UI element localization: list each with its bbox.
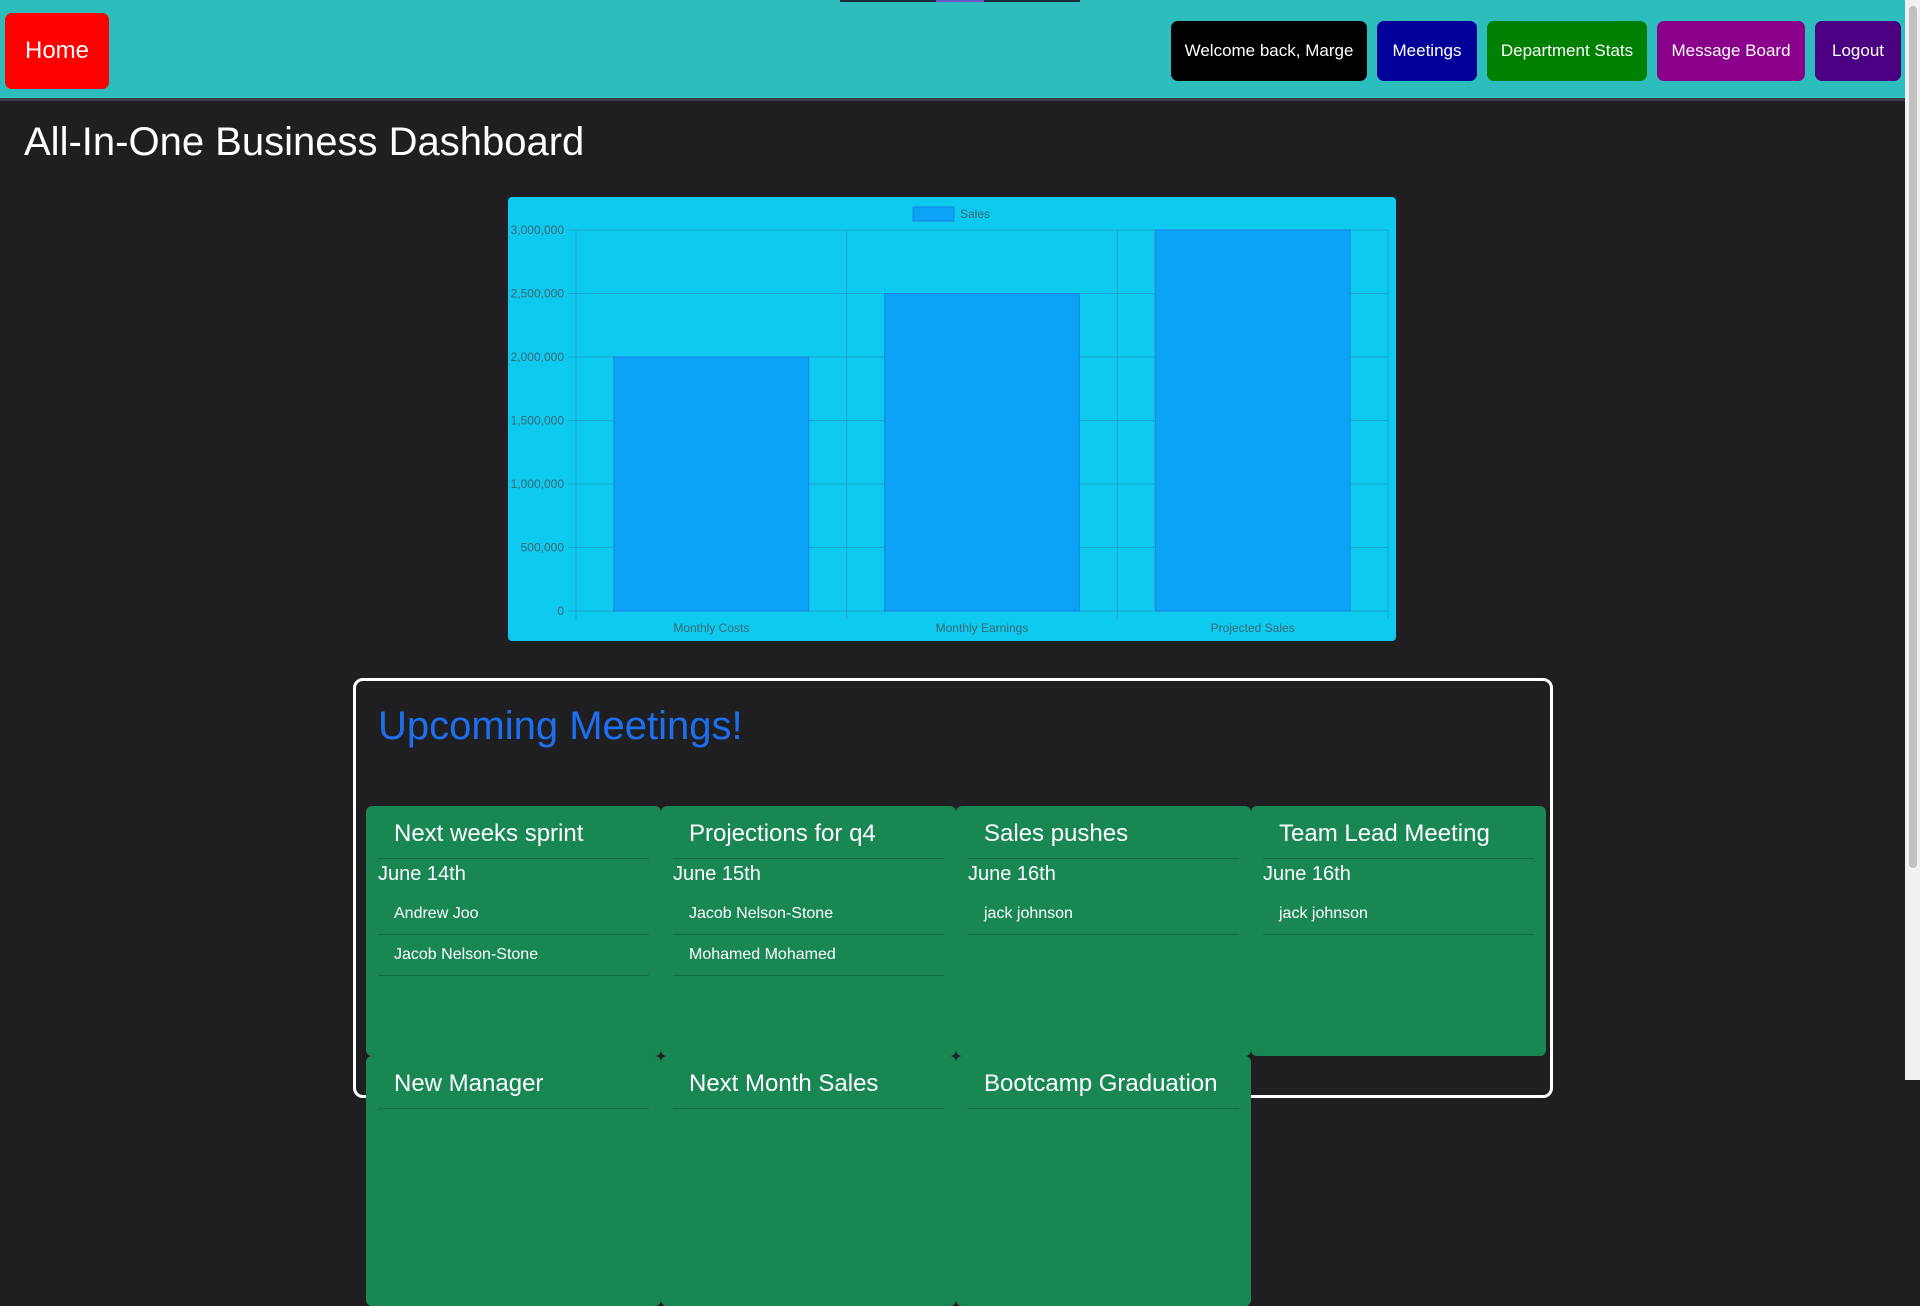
- meeting-card[interactable]: Next weeks sprint June 14th Andrew Joo Jaco…: [366, 806, 661, 1056]
- y-tick-label: 1,500,000: [511, 414, 565, 428]
- chart-bar: [613, 356, 810, 612]
- meeting-title: Bootcamp Graduation: [984, 1070, 1218, 1097]
- meeting-card-header: Sales pushes: [968, 806, 1239, 859]
- meeting-title: Next Month Sales: [689, 1070, 879, 1097]
- meeting-attendee: jack johnson: [968, 894, 1239, 935]
- meeting-attendee: Mohamed Mohamed: [673, 935, 944, 976]
- meeting-attendee: jack johnson: [1263, 894, 1534, 935]
- meeting-card-header: Projections for q4: [673, 806, 944, 859]
- department-stats-button[interactable]: Department Stats: [1487, 21, 1647, 81]
- meeting-date: June 16th: [968, 863, 1056, 885]
- meeting-date: June 15th: [673, 863, 761, 885]
- x-tick-label: Projected Sales: [1211, 621, 1295, 635]
- meeting-title: Sales pushes: [984, 820, 1129, 847]
- meeting-card[interactable]: Bootcamp Graduation: [956, 1056, 1251, 1306]
- y-tick-label: 0: [557, 604, 564, 618]
- meeting-card-header: New Manager: [378, 1056, 649, 1109]
- meeting-card[interactable]: Next Month Sales: [661, 1056, 956, 1306]
- welcome-button[interactable]: Welcome back, Marge: [1171, 21, 1367, 81]
- meeting-card[interactable]: New Manager: [366, 1056, 661, 1306]
- message-board-button[interactable]: Message Board: [1657, 21, 1805, 81]
- y-tick-label: 1,000,000: [511, 477, 565, 491]
- upcoming-meetings-panel: Upcoming Meetings! Next weeks sprint June…: [353, 678, 1553, 1306]
- top-progress-indicator: [840, 0, 1080, 2]
- meeting-title: Team Lead Meeting: [1279, 820, 1490, 847]
- legend-label: Sales: [960, 207, 990, 221]
- chart-bar: [884, 293, 1080, 612]
- meeting-date: June 16th: [1263, 863, 1351, 885]
- meeting-date: June 14th: [378, 863, 466, 885]
- meetings-button[interactable]: Meetings: [1377, 21, 1477, 81]
- y-tick-label: 3,000,000: [511, 223, 565, 237]
- y-tick-label: 2,500,000: [511, 287, 565, 301]
- meeting-title: Next weeks sprint: [394, 820, 584, 847]
- meeting-card-header: Next weeks sprint: [378, 806, 649, 859]
- meeting-card-header: Next Month Sales: [673, 1056, 944, 1109]
- meeting-card[interactable]: Team Lead Meeting June 16th jack johnson: [1251, 806, 1546, 1056]
- meeting-attendee: Andrew Joo: [378, 894, 649, 935]
- meeting-card[interactable]: Projections for q4 June 15th Jacob Nelson-…: [661, 806, 956, 1056]
- meeting-card-header: Team Lead Meeting: [1263, 806, 1534, 859]
- meeting-card[interactable]: Sales pushes June 16th jack johnson: [956, 806, 1251, 1056]
- x-tick-label: Monthly Costs: [673, 621, 749, 635]
- scrollbar-thumb[interactable]: [1909, 6, 1917, 868]
- logout-button[interactable]: Logout: [1815, 21, 1901, 81]
- page-title: All-In-One Business Dashboard: [24, 120, 585, 164]
- chart-bar: [1154, 229, 1351, 612]
- y-tick-label: 500,000: [521, 541, 565, 555]
- meeting-card-header: Bootcamp Graduation: [968, 1056, 1239, 1109]
- meeting-title: New Manager: [394, 1070, 544, 1097]
- meetings-heading: Upcoming Meetings!: [378, 704, 743, 748]
- meeting-attendee: Jacob Nelson-Stone: [673, 894, 944, 935]
- meeting-attendee: Jacob Nelson-Stone: [378, 935, 649, 976]
- top-navbar: Home Welcome back, Marge Meetings Depart…: [0, 0, 1905, 101]
- meeting-title: Projections for q4: [689, 820, 876, 847]
- y-tick-label: 2,000,000: [511, 350, 565, 364]
- home-button[interactable]: Home: [5, 13, 109, 89]
- chart-svg: 0 500,000 1,000,000 1,500,000 2,000,000 2,500…: [511, 206, 1389, 635]
- x-tick-label: Monthly Earnings: [936, 621, 1029, 635]
- legend-swatch: [912, 206, 955, 222]
- sales-bar-chart: 0 500,000 1,000,000 1,500,000 2,000,000 2,500…: [508, 197, 1396, 641]
- page-scrollbar[interactable]: [1905, 0, 1920, 1080]
